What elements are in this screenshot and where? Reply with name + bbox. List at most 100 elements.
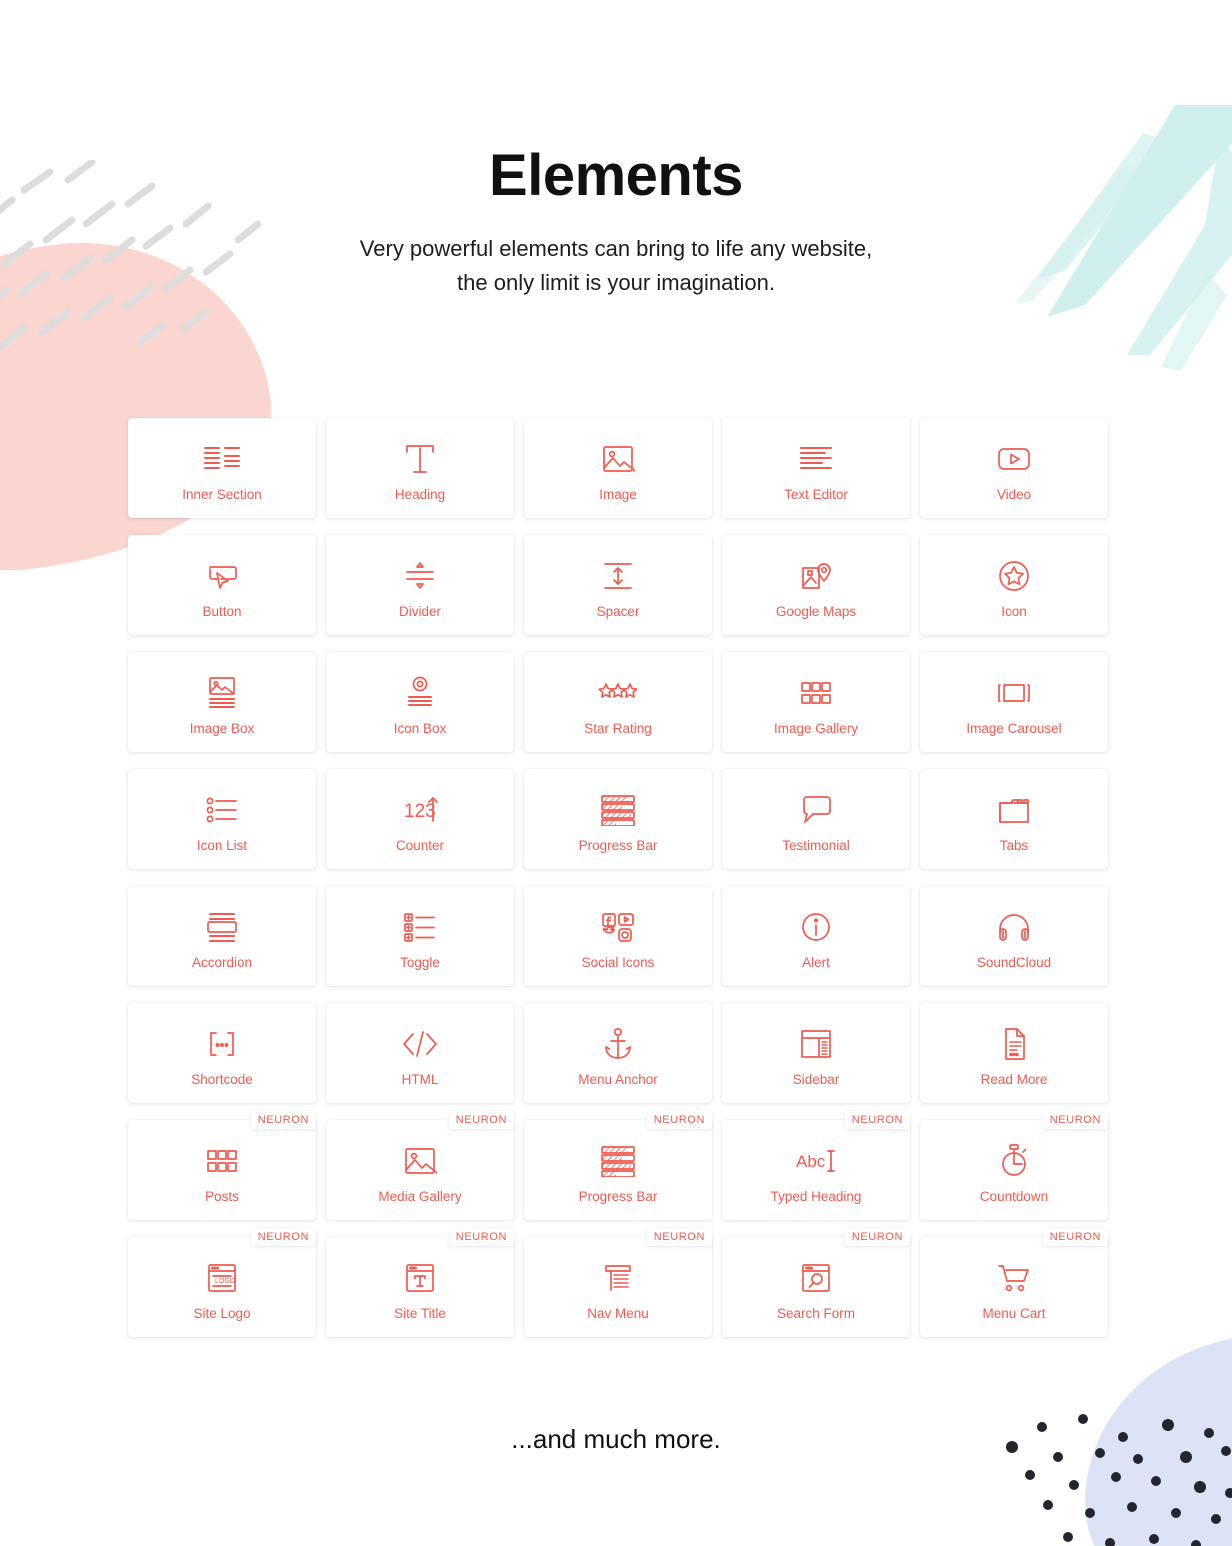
element-card-label: Search Form [776, 1306, 856, 1322]
menu-cart-icon [997, 1257, 1031, 1299]
element-card-label: Menu Anchor [578, 1072, 658, 1088]
element-card[interactable]: NEURON Search Form [722, 1228, 910, 1337]
element-card-label: Heading [394, 487, 446, 503]
element-card[interactable]: Image Box [128, 652, 316, 752]
element-card[interactable]: Video [920, 418, 1108, 518]
element-card-label: Video [996, 487, 1032, 503]
element-card[interactable]: Icon List [128, 769, 316, 869]
element-card[interactable]: SoundCloud [920, 886, 1108, 986]
element-card[interactable]: Progress Bar [524, 769, 712, 869]
inner-section-icon [203, 438, 241, 480]
element-card[interactable]: Heading [326, 418, 514, 518]
search-form-icon [800, 1257, 832, 1299]
element-card-label: Read More [980, 1072, 1048, 1088]
element-card[interactable]: Image Carousel [920, 652, 1108, 752]
element-card[interactable]: Icon [920, 535, 1108, 635]
element-card[interactable]: Social Icons [524, 886, 712, 986]
element-card-label: Progress Bar [578, 1189, 658, 1205]
element-card[interactable]: Icon Box [326, 652, 514, 752]
element-card[interactable]: NEURON Countdown [920, 1111, 1108, 1220]
element-card[interactable]: Shortcode [128, 1003, 316, 1103]
element-card-label: Alert [802, 955, 830, 971]
element-card-label: Image Box [189, 721, 255, 737]
element-card[interactable]: Toggle [326, 886, 514, 986]
nav-menu-icon [602, 1257, 634, 1299]
element-card-label: SoundCloud [976, 955, 1052, 971]
divider-icon [403, 555, 437, 597]
svg-text:LOGO: LOGO [215, 1278, 236, 1285]
element-card[interactable]: Menu Anchor [524, 1003, 712, 1103]
element-card-label: Tabs [999, 838, 1029, 854]
element-card[interactable]: Inner Section [128, 418, 316, 518]
element-card-label: Toggle [400, 955, 440, 971]
element-card-label: Button [202, 604, 242, 620]
element-card[interactable]: Sidebar [722, 1003, 910, 1103]
element-card[interactable]: Google Maps [722, 535, 910, 635]
element-card[interactable]: Star Rating [524, 652, 712, 752]
read-more-icon [1000, 1023, 1028, 1065]
element-card-label: Progress Bar [578, 838, 658, 854]
soundcloud-icon [996, 906, 1032, 948]
element-card[interactable]: NEURON Abc Typed Heading [722, 1111, 910, 1220]
icon-list-icon [205, 789, 239, 831]
element-card[interactable]: 123 Counter [326, 769, 514, 869]
element-card[interactable]: NEURON Site Title [326, 1228, 514, 1337]
element-card[interactable]: NEURON Progress Bar [524, 1111, 712, 1220]
neuron-badge: NEURON [250, 1111, 316, 1129]
alert-icon [800, 906, 832, 948]
progress-bar-icon [600, 789, 636, 831]
text-editor-icon [798, 438, 834, 480]
accordion-icon [205, 906, 239, 948]
video-icon [996, 438, 1032, 480]
counter-icon: 123 [402, 789, 438, 831]
elements-showcase-page: Elements Very powerful elements can brin… [0, 0, 1232, 1546]
neuron-badge: NEURON [844, 1111, 910, 1129]
element-card-label: Sidebar [792, 1072, 840, 1088]
neuron-badge: NEURON [646, 1228, 712, 1246]
progress-bar-icon [600, 1140, 636, 1182]
page-title: Elements [489, 143, 743, 208]
element-card-label: Accordion [191, 955, 253, 971]
typed-heading-icon: Abc [794, 1140, 838, 1182]
element-card[interactable]: Spacer [524, 535, 712, 635]
element-card[interactable]: Divider [326, 535, 514, 635]
element-card[interactable]: HTML [326, 1003, 514, 1103]
element-card[interactable]: Read More [920, 1003, 1108, 1103]
heading-icon [403, 438, 437, 480]
stopwatch-icon [998, 1140, 1030, 1182]
element-card[interactable]: Text Editor [722, 418, 910, 518]
posts-grid-icon [206, 1140, 238, 1182]
element-card-label: Icon [1001, 604, 1027, 620]
element-card[interactable]: NEURON Menu Cart [920, 1228, 1108, 1337]
dots-pattern-decoration [1006, 1414, 1232, 1546]
element-card[interactable]: Image [524, 418, 712, 518]
neuron-badge: NEURON [646, 1111, 712, 1129]
element-card[interactable]: Alert [722, 886, 910, 986]
element-card[interactable]: Button [128, 535, 316, 635]
element-card-label: Shortcode [191, 1072, 253, 1088]
element-card-label: Text Editor [784, 487, 848, 503]
element-card[interactable]: Tabs [920, 769, 1108, 869]
element-card[interactable]: NEURON Nav Menu [524, 1228, 712, 1337]
element-card[interactable]: Testimonial [722, 769, 910, 869]
media-gallery-icon [403, 1140, 437, 1182]
element-card-label: Nav Menu [587, 1306, 649, 1322]
site-title-icon [404, 1257, 436, 1299]
element-grid: Inner Section Heading Image Text Editor … [128, 418, 1108, 1337]
element-card-label: Inner Section [182, 487, 262, 503]
neuron-badge: NEURON [448, 1111, 514, 1129]
element-card[interactable]: NEURON LOGO Site Logo [128, 1228, 316, 1337]
element-card[interactable]: Accordion [128, 886, 316, 986]
element-card-label: Testimonial [782, 838, 850, 854]
neuron-badge: NEURON [448, 1228, 514, 1246]
image-gallery-icon [800, 672, 832, 714]
element-card[interactable]: NEURON Posts [128, 1111, 316, 1220]
element-card-label: Posts [205, 1189, 239, 1205]
element-card-label: Image [599, 487, 637, 503]
anchor-icon [603, 1023, 633, 1065]
element-card[interactable]: Image Gallery [722, 652, 910, 752]
html-icon [401, 1023, 439, 1065]
image-icon [601, 438, 635, 480]
element-card[interactable]: NEURON Media Gallery [326, 1111, 514, 1220]
tabs-icon [997, 789, 1031, 831]
